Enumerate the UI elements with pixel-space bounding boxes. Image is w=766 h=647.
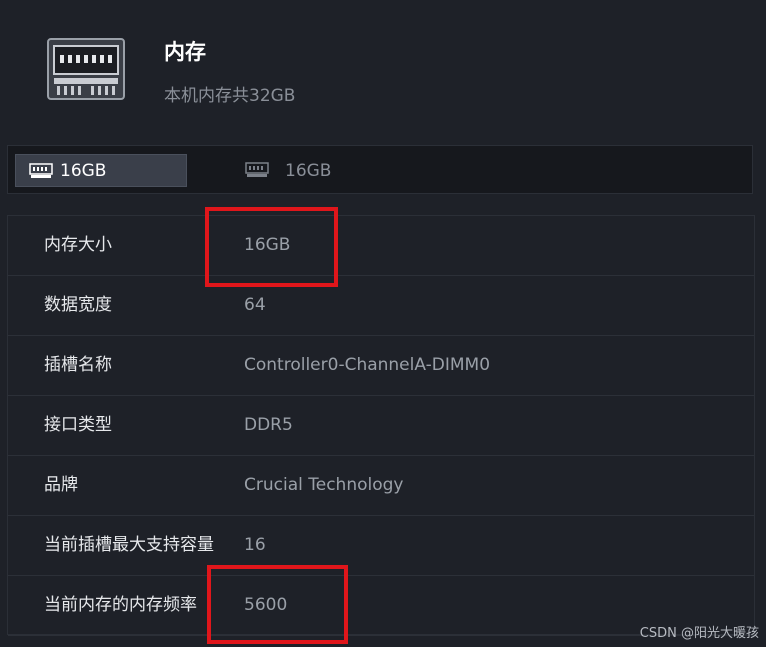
memory-stick-icon [29, 163, 53, 178]
detail-value: Crucial Technology [244, 475, 404, 495]
detail-label: 当前内存的内存频率 [44, 595, 197, 615]
tab-memory-slot-2[interactable]: 16GB [238, 154, 410, 187]
detail-row-size: 内存大小 16GB [8, 216, 754, 276]
detail-label: 内存大小 [44, 235, 112, 255]
page-title: 内存 [164, 40, 206, 64]
highlight-box-size [205, 207, 338, 287]
detail-value: DDR5 [244, 415, 293, 435]
detail-row-max-capacity: 当前插槽最大支持容量 16 [8, 516, 754, 576]
tab-label: 16GB [285, 160, 332, 181]
memory-slot-tabs: 16GB 16GB [7, 145, 753, 194]
detail-label: 数据宽度 [44, 295, 112, 315]
tab-label: 16GB [60, 160, 107, 181]
detail-label: 插槽名称 [44, 355, 112, 375]
tab-memory-slot-1[interactable]: 16GB [15, 154, 187, 187]
highlight-box-frequency [207, 565, 348, 644]
detail-label: 品牌 [44, 475, 78, 495]
memory-header: 内存 本机内存共32GB [0, 0, 766, 140]
memory-total-summary: 本机内存共32GB [164, 86, 296, 106]
memory-stick-icon [245, 162, 269, 177]
detail-row-slot-name: 插槽名称 Controller0-ChannelA-DIMM0 [8, 336, 754, 396]
detail-row-interface-type: 接口类型 DDR5 [8, 396, 754, 456]
detail-label: 接口类型 [44, 415, 112, 435]
detail-row-data-width: 数据宽度 64 [8, 276, 754, 336]
memory-details-table: 内存大小 16GB 数据宽度 64 插槽名称 Controller0-Chann… [7, 215, 755, 636]
memory-module-icon [47, 38, 125, 100]
detail-row-brand: 品牌 Crucial Technology [8, 456, 754, 516]
detail-value: Controller0-ChannelA-DIMM0 [244, 355, 491, 375]
watermark: CSDN @阳光大暖孩 [639, 626, 759, 641]
detail-label: 当前插槽最大支持容量 [44, 535, 214, 555]
